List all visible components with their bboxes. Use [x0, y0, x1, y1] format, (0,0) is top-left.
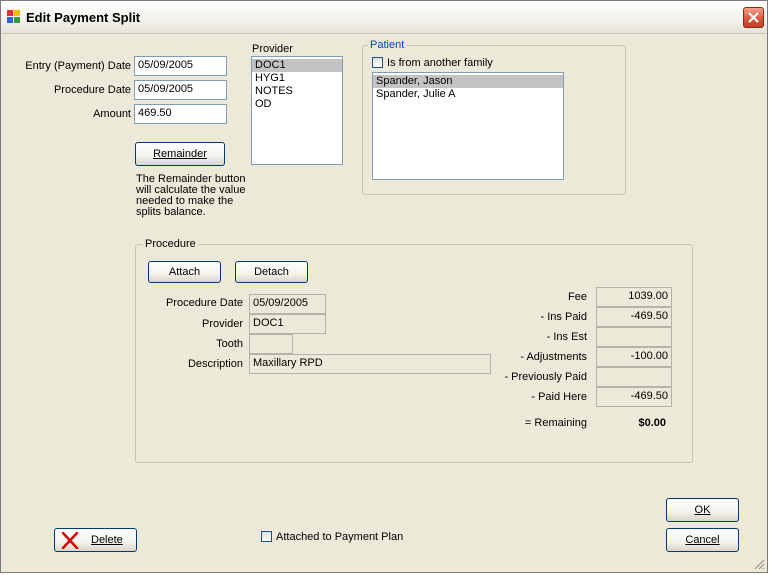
tooth-value — [249, 334, 293, 354]
proc-provider-label: Provider — [202, 318, 243, 330]
another-family-checkbox[interactable] — [372, 57, 383, 68]
resize-grip-icon[interactable] — [753, 558, 765, 570]
remaining-label: = Remaining — [524, 417, 587, 429]
proc-date-label: Procedure Date — [165, 297, 243, 309]
fee-value: 1039.00 — [596, 287, 672, 307]
attach-button-label: Attach — [168, 266, 201, 278]
proc-date-value: 05/09/2005 — [249, 294, 326, 314]
remainder-button-label: Remainder — [153, 148, 207, 160]
description-value: Maxillary RPD — [249, 354, 491, 374]
tooth-label: Tooth — [216, 338, 243, 350]
description-label: Description — [187, 358, 243, 370]
another-family-label: Is from another family — [387, 57, 493, 69]
patient-group-title: Patient — [368, 39, 407, 51]
fee-label: Fee — [568, 291, 587, 303]
proc-provider-value: DOC1 — [249, 314, 326, 334]
previously-paid-value — [596, 367, 672, 387]
cancel-button-label: Cancel — [685, 534, 720, 546]
procedure-group-title: Procedure — [143, 238, 198, 250]
provider-list-item[interactable]: OD — [252, 98, 342, 111]
adjustments-label: - Adjustments — [520, 351, 587, 363]
patient-list-item[interactable]: Spander, Julie A — [373, 88, 563, 101]
window-title: Edit Payment Split — [26, 10, 141, 25]
detach-button[interactable]: Detach — [235, 261, 308, 283]
payment-plan-label: Attached to Payment Plan — [276, 531, 404, 543]
entry-date-field[interactable]: 05/09/2005 — [134, 56, 227, 76]
ins-est-value — [596, 327, 672, 347]
previously-paid-label: - Previously Paid — [504, 371, 587, 383]
close-icon — [748, 12, 759, 23]
provider-label: Provider — [252, 43, 293, 55]
payment-plan-checkbox[interactable] — [261, 531, 272, 542]
ok-button-label: OK — [694, 504, 711, 516]
title-bar: Edit Payment Split — [1, 1, 767, 34]
amount-field[interactable]: 469.50 — [134, 104, 227, 124]
attach-button[interactable]: Attach — [148, 261, 221, 283]
provider-list-item[interactable]: DOC1 — [252, 59, 342, 72]
patient-list-item[interactable]: Spander, Jason — [373, 75, 563, 88]
remainder-help-line: splits balance. — [136, 206, 206, 218]
provider-list-item[interactable]: HYG1 — [252, 72, 342, 85]
ins-paid-value: -469.50 — [596, 307, 672, 327]
delete-button[interactable]: Delete — [54, 528, 137, 552]
remaining-value: $0.00 — [638, 417, 666, 429]
remainder-button[interactable]: Remainder — [135, 142, 225, 166]
app-icon — [7, 10, 20, 23]
ins-est-label: - Ins Est — [546, 331, 587, 343]
close-button[interactable] — [743, 7, 764, 28]
procedure-date-label: Procedure Date — [53, 84, 131, 96]
provider-list-item[interactable]: NOTES — [252, 85, 342, 98]
procedure-date-field[interactable]: 05/09/2005 — [134, 80, 227, 100]
ok-button[interactable]: OK — [666, 498, 739, 522]
delete-x-icon — [61, 532, 79, 549]
provider-listbox[interactable]: DOC1 HYG1 NOTES OD — [251, 56, 343, 165]
entry-date-label: Entry (Payment) Date — [25, 60, 131, 72]
adjustments-value: -100.00 — [596, 347, 672, 367]
amount-label: Amount — [93, 108, 131, 120]
remainder-help-text: The Remainder button will calculate the … — [136, 174, 245, 218]
detach-button-label: Detach — [254, 266, 289, 278]
cancel-button[interactable]: Cancel — [666, 528, 739, 552]
paid-here-label: - Paid Here — [531, 391, 587, 403]
patient-listbox[interactable]: Spander, Jason Spander, Julie A — [372, 72, 564, 180]
delete-button-label: Delete — [91, 534, 123, 546]
paid-here-value: -469.50 — [596, 387, 672, 407]
edit-payment-split-window: Edit Payment Split Entry (Payment) Date … — [0, 0, 768, 573]
ins-paid-label: - Ins Paid — [540, 311, 587, 323]
